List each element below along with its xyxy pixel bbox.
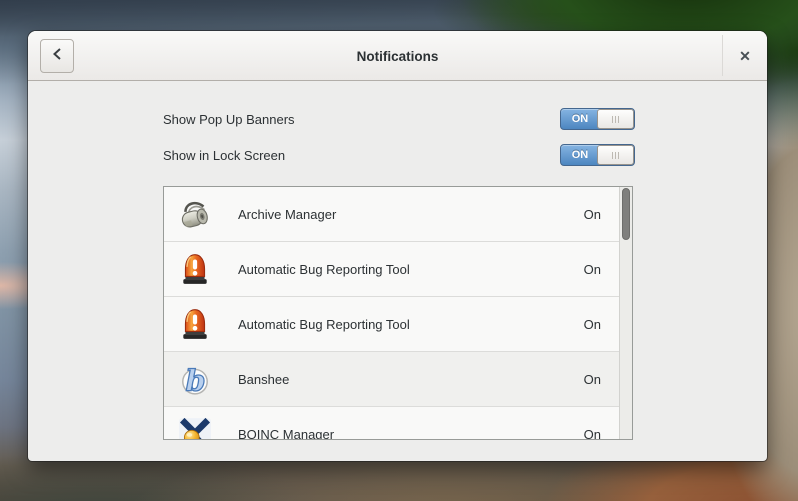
header-separator: [722, 35, 723, 76]
lock-screen-row: Show in Lock Screen ON: [163, 144, 635, 166]
app-name: Banshee: [238, 372, 584, 387]
back-chevron-icon: [51, 47, 63, 66]
popup-banners-row: Show Pop Up Banners ON: [163, 108, 635, 130]
app-status: On: [584, 262, 603, 277]
header-bar: Notifications ✕: [28, 31, 767, 81]
lock-screen-label: Show in Lock Screen: [163, 148, 285, 163]
app-status: On: [584, 372, 603, 387]
alarm-beacon-icon: [178, 307, 212, 341]
app-row[interactable]: Archive Manager On: [164, 187, 619, 242]
boinc-icon: [178, 417, 212, 440]
alarm-beacon-icon: [178, 252, 212, 286]
banshee-icon: b: [178, 362, 212, 396]
toggle-show-popup-banners[interactable]: ON: [560, 108, 635, 130]
scrollbar-thumb[interactable]: [622, 188, 630, 240]
app-name: Archive Manager: [238, 207, 584, 222]
close-button[interactable]: ✕: [728, 39, 762, 73]
app-status: On: [584, 207, 603, 222]
app-name: Automatic Bug Reporting Tool: [238, 262, 584, 277]
switch-on-label: ON: [561, 109, 599, 129]
app-name: Automatic Bug Reporting Tool: [238, 317, 584, 332]
back-button[interactable]: [40, 39, 74, 73]
desktop-wallpaper: Notifications ✕ Show Pop Up Banners ON S…: [0, 0, 798, 501]
app-row[interactable]: b Banshee On: [164, 352, 619, 407]
switch-handle[interactable]: [597, 109, 634, 129]
window-title: Notifications: [88, 31, 707, 81]
app-name: BOINC Manager: [238, 427, 584, 441]
scrollbar[interactable]: [619, 187, 632, 439]
switch-handle[interactable]: [597, 145, 634, 165]
archive-roller-icon: [178, 197, 212, 231]
close-icon: ✕: [739, 48, 751, 65]
app-row[interactable]: BOINC Manager On: [164, 407, 619, 440]
svg-text:b: b: [185, 364, 205, 396]
notifications-panel: Show Pop Up Banners ON Show in Lock Scre…: [28, 81, 767, 440]
notifications-settings-window: Notifications ✕ Show Pop Up Banners ON S…: [28, 31, 767, 461]
switch-on-label: ON: [561, 145, 599, 165]
app-row[interactable]: Automatic Bug Reporting Tool On: [164, 242, 619, 297]
app-status: On: [584, 317, 603, 332]
app-notification-list: Archive Manager On Automatic Bug Reporti…: [163, 186, 633, 440]
app-row[interactable]: Automatic Bug Reporting Tool On: [164, 297, 619, 352]
app-status: On: [584, 427, 603, 441]
toggle-show-lock-screen[interactable]: ON: [560, 144, 635, 166]
popup-banners-label: Show Pop Up Banners: [163, 112, 295, 127]
